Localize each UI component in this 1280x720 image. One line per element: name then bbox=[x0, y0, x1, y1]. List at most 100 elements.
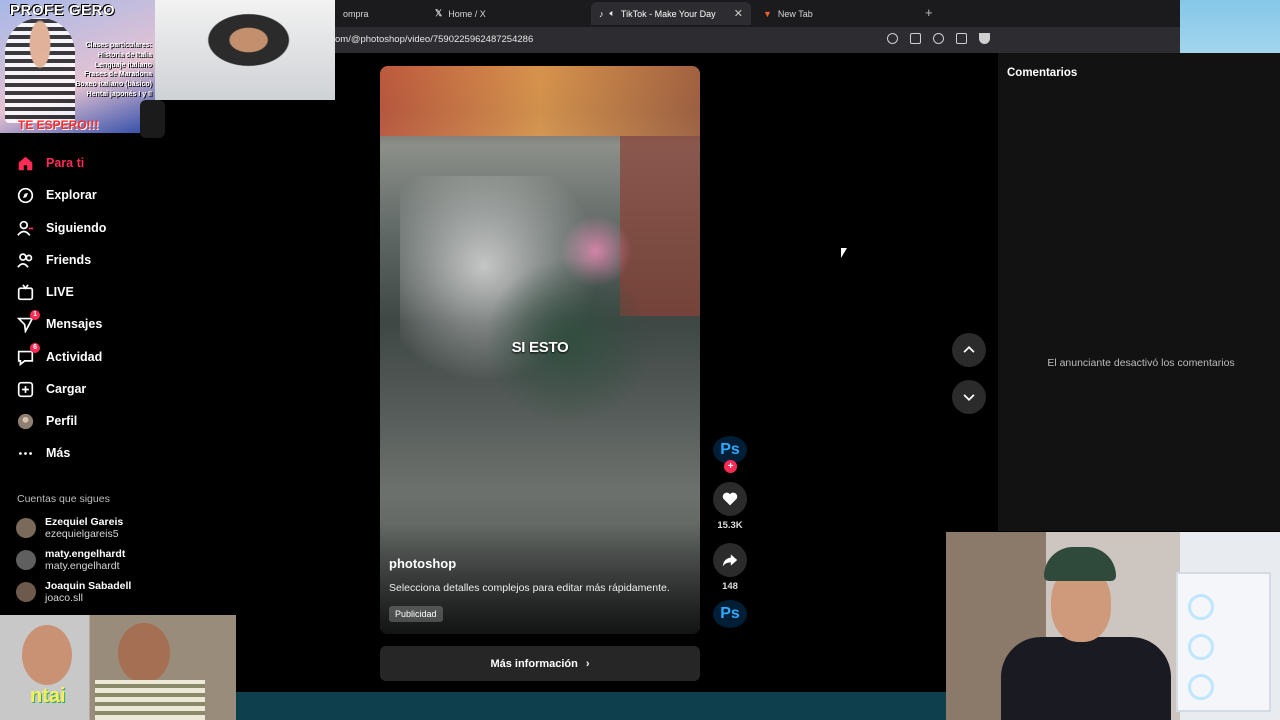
overlay-line: Historia de Italia bbox=[97, 51, 152, 59]
photoshop-logo-icon: Ps bbox=[720, 441, 740, 458]
new-tab-plus-icon[interactable]: + bbox=[925, 5, 933, 20]
sidebar-item-label: Para ti bbox=[46, 156, 85, 170]
compass-icon bbox=[17, 187, 34, 204]
video-player[interactable]: SI ESTO photoshop Selecciona detalles co… bbox=[380, 66, 700, 634]
comments-title: Comentarios bbox=[1007, 67, 1078, 79]
cam-person bbox=[118, 623, 170, 683]
video-frame-graffiti bbox=[400, 176, 680, 476]
cam-person bbox=[22, 625, 72, 685]
follow-plus-icon[interactable]: + bbox=[724, 460, 737, 473]
overlay-line: Frases de Maradona bbox=[84, 71, 152, 79]
cam-text: ntai bbox=[30, 685, 66, 707]
overlay-line: Boxeo italiano (básico) bbox=[75, 81, 152, 89]
followed-account[interactable]: maty.engelhardt maty.engelhardt bbox=[16, 548, 125, 572]
share-button[interactable] bbox=[713, 543, 747, 577]
webcam-bottom-left: ntai bbox=[0, 615, 236, 720]
video-caption: SI ESTO bbox=[511, 339, 569, 356]
activity-badge: 6 bbox=[30, 342, 40, 353]
author-avatar-button[interactable]: Ps + bbox=[713, 436, 747, 473]
profile-icon bbox=[17, 413, 34, 430]
sidebar-item-cargar[interactable]: Cargar bbox=[17, 377, 86, 401]
share-count: 148 bbox=[722, 581, 738, 592]
cam-pc-fan bbox=[1188, 594, 1214, 620]
more-icon bbox=[17, 445, 34, 462]
sidebar-item-label: Más bbox=[46, 446, 71, 460]
sidebar-item-actividad[interactable]: 6 Actividad bbox=[17, 342, 103, 369]
account-username: maty.engelhardt bbox=[45, 560, 120, 572]
close-tab-icon[interactable]: ✕ bbox=[734, 7, 743, 20]
zoom-icon[interactable] bbox=[933, 33, 944, 44]
overlay-header: PROFE GERO bbox=[10, 2, 116, 19]
video-author[interactable]: photoshop bbox=[389, 556, 456, 571]
overlay-lines: Clases particulares: Historia de Italia … bbox=[75, 41, 152, 100]
tab-label: TikTok - Make Your Day bbox=[620, 8, 716, 19]
sidebar-item-label: Friends bbox=[46, 253, 92, 267]
tab-new-tab[interactable]: ▼ New Tab bbox=[755, 2, 915, 25]
brave-logo-icon: ▼ bbox=[763, 8, 772, 19]
cam-shirt bbox=[95, 680, 205, 720]
tab-home-x[interactable]: 𝕏 Home / X bbox=[427, 2, 587, 25]
live-icon bbox=[17, 283, 34, 301]
url-text[interactable]: om/@photoshop/video/7590225962487254286 bbox=[335, 34, 533, 45]
streamer-overlay-banner: PROFE GERO Clases particulares: Historia… bbox=[0, 0, 155, 133]
account-name: maty.engelhardt bbox=[45, 548, 126, 560]
followed-account[interactable]: Ezequiel Gareis ezequielgareis5 bbox=[16, 516, 123, 540]
messages-icon: 1 bbox=[16, 309, 40, 334]
next-video-button[interactable] bbox=[952, 380, 986, 414]
video-frame-roof bbox=[380, 66, 700, 136]
overlay-line: Lenguaje italiano bbox=[94, 61, 152, 69]
sidebar-item-live[interactable]: LIVE bbox=[17, 280, 74, 304]
sidebar-item-label: Perfil bbox=[46, 414, 78, 428]
cam-pc-fan bbox=[1188, 674, 1214, 700]
brave-shield-icon[interactable] bbox=[979, 33, 990, 44]
like-count: 15.3K bbox=[717, 520, 743, 531]
sidebar-item-explorar[interactable]: Explorar bbox=[17, 183, 97, 207]
sidebar-item-mas[interactable]: Más bbox=[17, 441, 70, 465]
x-logo-icon: 𝕏 bbox=[435, 8, 443, 18]
sidebar-item-label: Actividad bbox=[46, 350, 103, 364]
account-name: Ezequiel Gareis bbox=[45, 516, 124, 528]
tab-tiktok[interactable]: ♪ 🔈︎ TikTok - Make Your Day ✕ bbox=[591, 2, 751, 25]
screen-icon[interactable] bbox=[910, 33, 921, 44]
cam-person-body bbox=[1001, 637, 1171, 720]
cam-pc-fan bbox=[1188, 634, 1214, 660]
friends-icon bbox=[17, 252, 34, 269]
cam-person-cap bbox=[1044, 547, 1116, 581]
avatar bbox=[16, 550, 36, 570]
action-column: Ps + 15.3K 148 Ps bbox=[710, 436, 750, 628]
cam-pc-case bbox=[1176, 572, 1271, 712]
chevron-up-icon bbox=[963, 345, 975, 353]
messages-badge: 1 bbox=[30, 309, 40, 320]
more-info-label: Más información bbox=[490, 657, 578, 670]
webcam-edge bbox=[140, 100, 165, 138]
following-section-title: Cuentas que sigues bbox=[17, 493, 110, 505]
sidebar-item-label: Cargar bbox=[46, 382, 87, 396]
ad-badge: Publicidad bbox=[389, 606, 443, 622]
tab-label: Home / X bbox=[448, 8, 486, 19]
chevron-down-icon bbox=[963, 394, 975, 402]
cast-icon[interactable] bbox=[887, 33, 898, 44]
overlay-line: Clases particulares: bbox=[85, 42, 152, 49]
account-name: Joaquin Sabadell bbox=[45, 580, 132, 592]
followed-account[interactable]: Joaquin Sabadell joaco.sll bbox=[16, 580, 131, 604]
address-bar[interactable]: om/@photoshop/video/7590225962487254286 bbox=[335, 27, 1180, 53]
tiktok-logo-icon: ♪ bbox=[599, 8, 604, 19]
activity-icon: 6 bbox=[17, 342, 40, 366]
sidebar-item-siguiendo[interactable]: Siguiendo bbox=[17, 216, 106, 240]
sound-disc-button[interactable]: Ps bbox=[713, 600, 747, 628]
sidebar-item-perfil[interactable]: Perfil bbox=[17, 409, 77, 433]
overlay-portrait bbox=[5, 18, 75, 123]
like-button[interactable] bbox=[713, 482, 747, 516]
more-info-button[interactable]: Más información › bbox=[380, 646, 700, 681]
sidebar-item-friends[interactable]: Friends bbox=[17, 248, 91, 272]
sidebar-item-label: Mensajes bbox=[46, 317, 103, 331]
previous-video-button[interactable] bbox=[952, 333, 986, 367]
sidebar-item-para-ti[interactable]: Para ti bbox=[17, 151, 84, 175]
tab-compra[interactable]: ompra bbox=[335, 2, 425, 25]
sidebar-item-mensajes[interactable]: 1 Mensajes bbox=[16, 309, 103, 336]
comments-disabled-message: El anunciante desactivó los comentarios bbox=[1047, 357, 1235, 369]
share-icon[interactable] bbox=[956, 33, 967, 44]
bottom-strip bbox=[236, 692, 946, 720]
browser-tab-bar: ompra 𝕏 Home / X ♪ 🔈︎ TikTok - Make Your… bbox=[335, 0, 1180, 27]
sidebar-item-label: Siguiendo bbox=[46, 221, 107, 235]
